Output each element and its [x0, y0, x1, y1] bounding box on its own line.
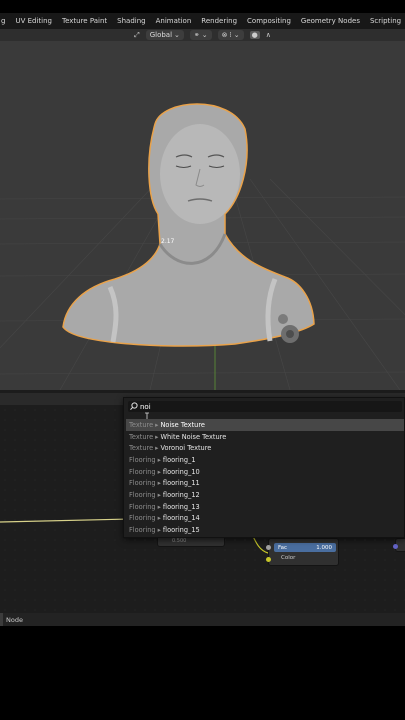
search-result-item[interactable]: Flooring▸flooring_13: [126, 501, 404, 513]
result-separator: ▸: [156, 514, 163, 522]
viewport-header: ⤢ Global ⌄ ⚭ ⌄ ⊗ ⁞ ⌄ ● ∧: [0, 29, 405, 41]
viewport-grid: [0, 29, 405, 390]
result-separator: ▸: [156, 491, 163, 499]
add-node-search-popup: Texture▸Noise TextureTexture▸White Noise…: [123, 397, 405, 538]
snap-dropdown[interactable]: ⊗ ⁞ ⌄: [218, 30, 244, 40]
tab-g[interactable]: g: [0, 17, 10, 25]
color-input-socket[interactable]: [266, 557, 271, 562]
result-category: Flooring: [129, 503, 156, 511]
result-label: flooring_1: [163, 456, 196, 464]
search-result-item[interactable]: Flooring▸flooring_11: [126, 477, 404, 489]
result-separator: ▸: [153, 421, 160, 429]
result-label: flooring_11: [163, 479, 200, 487]
status-bar-label: Node: [6, 616, 23, 624]
chevron-down-icon: ⌄: [174, 30, 180, 40]
result-category: Texture: [129, 444, 153, 452]
result-category: Flooring: [129, 514, 156, 522]
tab-geometry-nodes[interactable]: Geometry Nodes: [296, 17, 365, 25]
fac-value: 1.000: [316, 545, 332, 551]
result-separator: ▸: [153, 433, 160, 441]
output-node[interactable]: [395, 538, 405, 552]
workspace-tabs: gUV EditingTexture PaintShadingAnimation…: [0, 13, 405, 29]
result-category: Texture: [129, 421, 153, 429]
pivot-dropdown[interactable]: ⚭ ⌄: [190, 30, 212, 40]
result-category: Flooring: [129, 456, 156, 464]
search-result-item[interactable]: Texture▸White Noise Texture: [126, 431, 404, 443]
result-category: Flooring: [129, 468, 156, 476]
result-category: Flooring: [129, 479, 156, 487]
tab-texture-paint[interactable]: Texture Paint: [57, 17, 112, 25]
result-label: Voronoi Texture: [160, 444, 211, 452]
tab-rendering[interactable]: Rendering: [196, 17, 242, 25]
search-icon: [128, 401, 140, 412]
search-result-item[interactable]: Flooring▸flooring_15: [126, 524, 404, 536]
result-separator: ▸: [156, 479, 163, 487]
magnet-icon: ⊗: [222, 30, 228, 40]
result-separator: ▸: [156, 526, 163, 534]
tab-uv-editing[interactable]: UV Editing: [10, 17, 57, 25]
result-category: Texture: [129, 433, 153, 441]
output-node-socket[interactable]: [393, 544, 398, 549]
status-bar: Node: [0, 613, 405, 626]
result-separator: ▸: [156, 503, 163, 511]
result-category: Flooring: [129, 526, 156, 534]
link-icon: ⚭: [194, 30, 200, 40]
transform-orientation-dropdown[interactable]: Global ⌄: [146, 30, 184, 40]
bust-mesh: [63, 104, 314, 346]
search-field[interactable]: [128, 401, 402, 412]
snap-target-icon: ⁞: [230, 30, 232, 40]
tab-compositing[interactable]: Compositing: [242, 17, 296, 25]
search-input[interactable]: [140, 402, 380, 412]
transform-orientation-label: Global: [150, 30, 172, 40]
result-label: Noise Texture: [160, 421, 205, 429]
mix-node[interactable]: Fac 1.000 Color: [268, 538, 339, 566]
result-category: Flooring: [129, 491, 156, 499]
letterbox-bottom: [0, 626, 405, 720]
tab-scripting[interactable]: Scripting: [365, 17, 405, 25]
fac-field[interactable]: Fac 1.000: [274, 543, 336, 552]
search-results-list: Texture▸Noise TextureTexture▸White Noise…: [126, 419, 404, 536]
search-result-item[interactable]: Flooring▸flooring_10: [126, 466, 404, 478]
fac-label: Fac: [278, 545, 287, 551]
3d-viewport[interactable]: ⤢ Global ⌄ ⚭ ⌄ ⊗ ⁞ ⌄ ● ∧ 2.17: [0, 29, 405, 390]
search-result-item[interactable]: Texture▸Noise Texture: [126, 419, 404, 431]
search-result-item[interactable]: Flooring▸flooring_1: [126, 454, 404, 466]
result-separator: ▸: [156, 468, 163, 476]
color-label: Color: [281, 555, 295, 561]
result-label: flooring_10: [163, 468, 200, 476]
value-node-value: 0.500: [172, 538, 186, 544]
fac-input-socket[interactable]: [266, 545, 271, 550]
tab-animation[interactable]: Animation: [151, 17, 197, 25]
proportional-edit-icon[interactable]: ●: [250, 31, 260, 39]
chevron-down-icon: ⌄: [234, 30, 240, 40]
search-result-item[interactable]: Texture▸Voronoi Texture: [126, 442, 404, 454]
result-label: flooring_14: [163, 514, 200, 522]
status-bar-marker: [0, 613, 3, 626]
search-result-item[interactable]: Flooring▸flooring_12: [126, 489, 404, 501]
result-label: flooring_13: [163, 503, 200, 511]
vertex-readout: 2.17: [161, 238, 174, 245]
falloff-curve-icon[interactable]: ∧: [266, 31, 271, 39]
result-separator: ▸: [153, 444, 160, 452]
result-separator: ▸: [156, 456, 163, 464]
transform-orientation-icon: ⤢: [134, 31, 140, 40]
result-label: flooring_15: [163, 526, 200, 534]
tab-shading[interactable]: Shading: [112, 17, 150, 25]
result-label: flooring_12: [163, 491, 200, 499]
result-label: White Noise Texture: [160, 433, 226, 441]
search-result-item[interactable]: Flooring▸flooring_14: [126, 513, 404, 525]
chevron-down-icon: ⌄: [202, 30, 208, 40]
